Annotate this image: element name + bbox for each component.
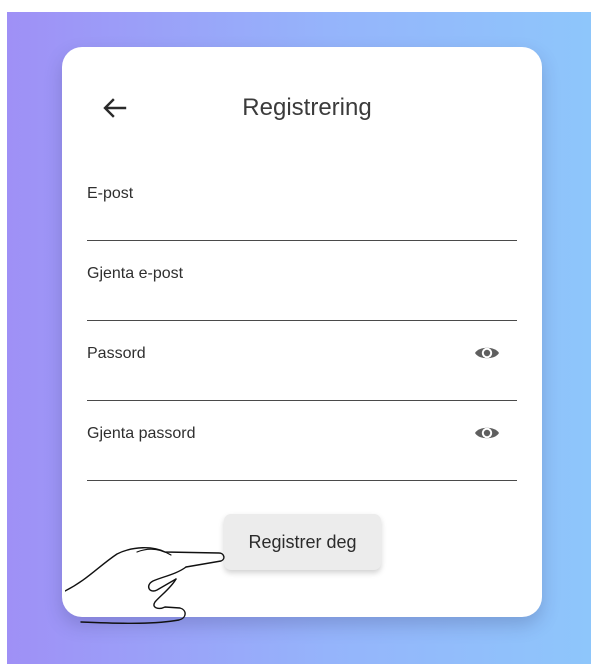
eye-icon bbox=[475, 427, 499, 439]
email-input[interactable] bbox=[87, 182, 457, 206]
password-field[interactable] bbox=[87, 330, 517, 401]
register-button[interactable]: Registrer deg bbox=[224, 514, 381, 570]
confirm-password-field[interactable] bbox=[87, 410, 517, 481]
confirm-password-visibility-toggle[interactable] bbox=[473, 422, 501, 444]
password-visibility-toggle[interactable] bbox=[473, 342, 501, 364]
page-title: Registrering bbox=[242, 94, 372, 121]
background: Registrering E-post Gjenta e-post Regist… bbox=[7, 12, 591, 664]
confirm-email-input[interactable] bbox=[87, 262, 457, 286]
confirm-email-field[interactable] bbox=[87, 250, 517, 321]
eye-icon bbox=[475, 347, 499, 359]
email-field[interactable] bbox=[87, 170, 517, 241]
registration-card: Registrering E-post Gjenta e-post Regist… bbox=[62, 47, 542, 617]
password-input[interactable] bbox=[87, 342, 457, 366]
confirm-password-input[interactable] bbox=[87, 422, 457, 446]
